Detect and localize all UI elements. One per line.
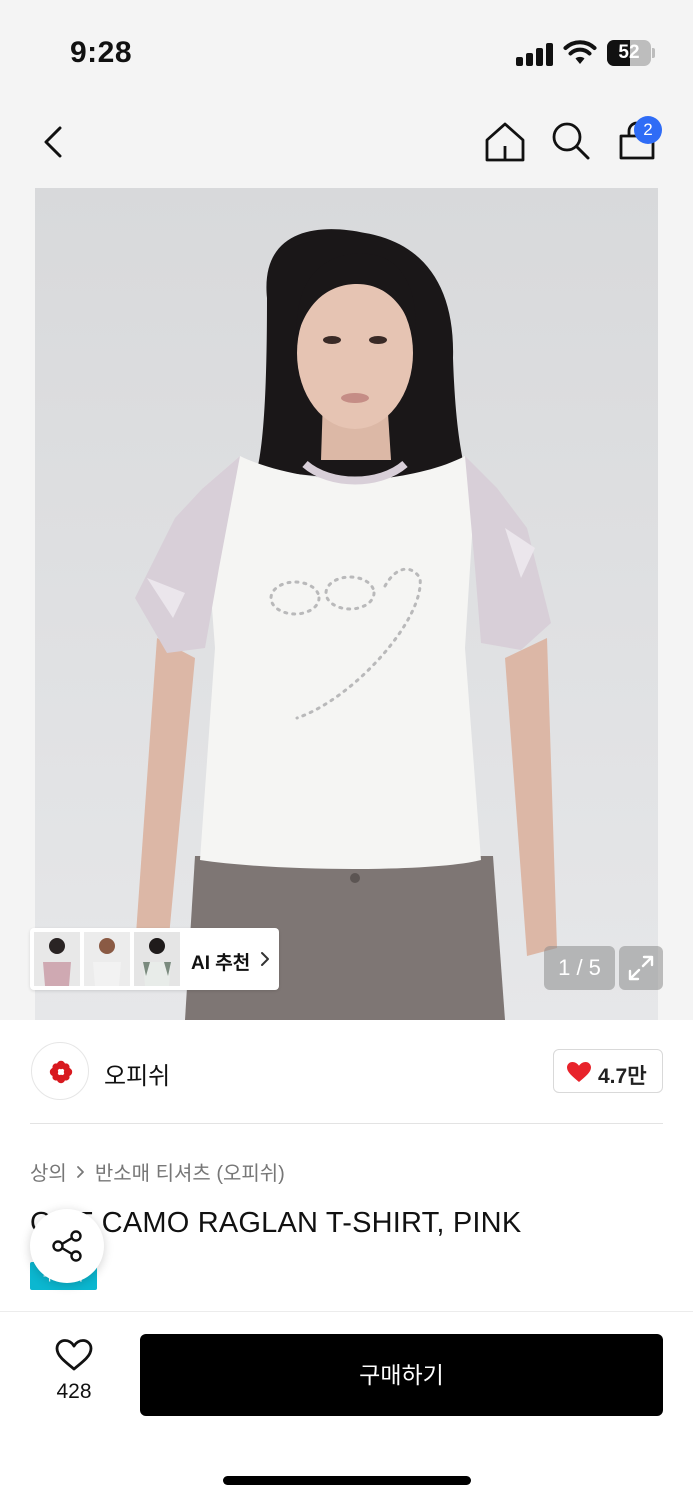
thumbnail-image	[134, 932, 180, 986]
heart-outline-icon	[55, 1339, 93, 1371]
buy-button[interactable]: 구매하기	[140, 1334, 663, 1416]
cart-count-badge: 2	[634, 116, 662, 144]
battery-icon: 52	[607, 40, 655, 66]
thumbnail-image	[34, 932, 80, 986]
wifi-icon	[563, 40, 597, 64]
ai-recommend-button[interactable]: AI 추천	[30, 928, 279, 990]
home-button[interactable]	[482, 118, 528, 164]
product-photo	[35, 188, 658, 1020]
status-bar: 9:28 52	[0, 0, 693, 100]
brand-row: 오피쉬 4.7만	[0, 1020, 693, 1124]
search-button[interactable]	[548, 118, 594, 164]
chevron-left-icon	[44, 126, 62, 158]
bottom-action-bar: 428 구매하기	[0, 1311, 693, 1500]
expand-image-button[interactable]	[619, 946, 663, 990]
share-button[interactable]	[30, 1209, 104, 1283]
brand-logo-icon	[49, 1060, 73, 1084]
cellular-signal-icon	[516, 42, 554, 66]
expand-icon	[628, 955, 654, 981]
brand-like-button[interactable]: 4.7만	[553, 1049, 663, 1093]
brand-like-count: 4.7만	[598, 1065, 647, 1088]
brand-logo[interactable]	[31, 1042, 89, 1100]
divider	[30, 1123, 663, 1124]
search-icon	[552, 122, 590, 160]
breadcrumb: 상의 반소매 티셔츠 (오피쉬)	[30, 1157, 285, 1185]
chevron-right-icon	[261, 952, 269, 966]
breadcrumb-subcategory[interactable]: 반소매 티셔츠 (오피쉬)	[95, 1163, 285, 1185]
wishlist-button[interactable]: 428	[34, 1338, 114, 1408]
wishlist-count: 428	[56, 1380, 92, 1403]
top-nav: 2	[0, 100, 693, 186]
share-icon	[52, 1230, 82, 1262]
heart-filled-icon	[567, 1062, 591, 1082]
home-icon	[485, 122, 525, 162]
ai-thumbnail[interactable]	[134, 932, 180, 986]
product-title: OGF CAMO RAGLAN T-SHIRT, PINK	[30, 1207, 522, 1239]
product-image[interactable]	[35, 188, 658, 1020]
ai-recommend-label: AI 추천	[191, 953, 251, 974]
breadcrumb-category[interactable]: 상의	[30, 1163, 67, 1185]
chevron-right-icon	[76, 1165, 84, 1178]
image-counter: 1 / 5	[544, 946, 615, 990]
home-indicator	[223, 1476, 471, 1485]
status-time: 9:28	[70, 36, 133, 69]
back-button[interactable]	[34, 120, 74, 164]
battery-level: 52	[618, 42, 640, 63]
ai-thumbnail[interactable]	[84, 932, 130, 986]
thumbnail-image	[84, 932, 130, 986]
brand-name[interactable]: 오피쉬	[104, 1056, 170, 1091]
cart-button[interactable]: 2	[614, 116, 664, 166]
ai-thumbnail[interactable]	[34, 932, 80, 986]
